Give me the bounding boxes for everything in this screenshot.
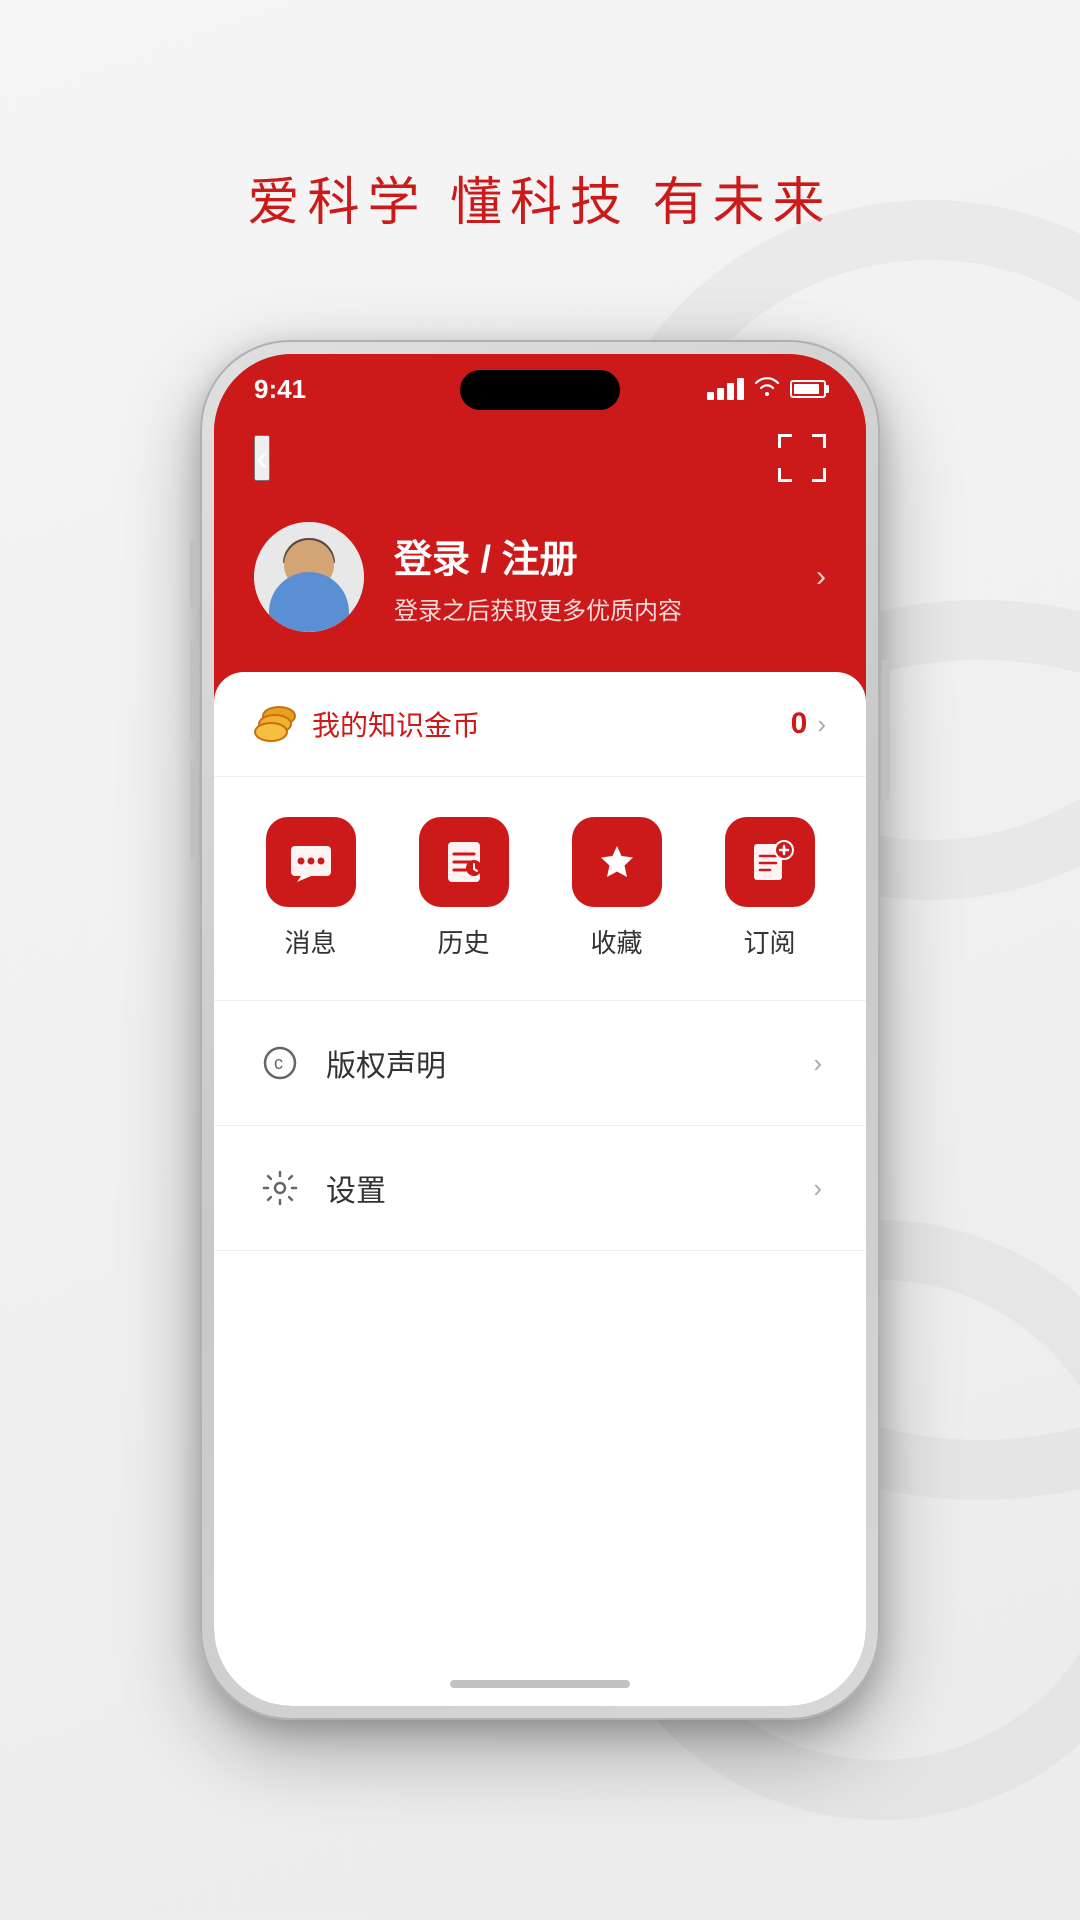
favorites-icon-wrapper [572,817,662,907]
battery-fill [794,384,819,394]
home-indicator [450,1680,630,1688]
wifi-icon [754,375,780,403]
dynamic-island [460,370,620,410]
avatar [254,522,364,632]
copyright-icon: c [258,1041,302,1085]
scan-corner-br [812,468,826,482]
menu-section: c 版权声明 › [214,1001,866,1251]
tagline: 爱科学 懂科技 有未来 [0,0,1080,235]
history-label: 历史 [437,923,489,960]
top-nav: ‹ [214,414,866,502]
history-icon-wrapper [419,817,509,907]
signal-bar-1 [707,392,714,400]
profile-arrow-icon: › [816,560,826,594]
coins-arrow-icon: › [817,709,826,740]
volume-up-button [190,540,198,610]
quick-actions: 消息 [214,777,866,1001]
white-card: 我的知识金币 0 › [214,672,866,1706]
profile-section[interactable]: 登录 / 注册 登录之后获取更多优质内容 › [214,502,866,672]
settings-arrow-icon: › [813,1173,822,1204]
app-content: 9:41 [214,354,866,1706]
signal-bar-3 [727,383,734,400]
subscribe-icon [746,838,794,886]
coins-value: 0 [791,707,808,741]
history-icon [440,838,488,886]
settings-label: 设置 [326,1166,813,1210]
subscribe-label: 订阅 [743,923,795,960]
scan-corner-tr [812,434,826,448]
avatar-person [254,522,364,632]
menu-copyright[interactable]: c 版权声明 › [214,1001,866,1126]
subscribe-icon-wrapper [725,817,815,907]
messages-label: 消息 [284,923,336,960]
copyright-label: 版权声明 [326,1041,813,1085]
messages-icon [287,838,335,886]
action-messages[interactable]: 消息 [251,817,371,960]
coin-3 [254,722,288,742]
messages-icon-wrapper [266,817,356,907]
scan-button[interactable] [778,434,826,482]
settings-icon [258,1166,302,1210]
profile-title: 登录 / 注册 [394,528,786,583]
phone-screen: 9:41 [214,354,866,1706]
menu-settings[interactable]: 设置 › [214,1126,866,1251]
coins-icon [254,706,298,742]
status-icons [707,375,826,403]
action-subscribe[interactable]: 订阅 [710,817,830,960]
profile-subtitle: 登录之后获取更多优质内容 [394,591,786,626]
scan-corner-bl [778,468,792,482]
back-button[interactable]: ‹ [254,435,270,481]
coins-row[interactable]: 我的知识金币 0 › [214,672,866,777]
action-favorites[interactable]: 收藏 [557,817,677,960]
scan-corner-tl [778,434,792,448]
power-button [882,660,890,800]
copyright-arrow-icon: › [813,1048,822,1079]
action-history[interactable]: 历史 [404,817,524,960]
status-time: 9:41 [254,374,306,405]
signal-bar-2 [717,388,724,400]
signal-bar-4 [737,378,744,400]
favorites-label: 收藏 [590,923,642,960]
profile-info: 登录 / 注册 登录之后获取更多优质内容 [394,528,786,626]
svg-text:c: c [274,1053,283,1073]
phone-frame: 9:41 [200,340,880,1720]
silent-switch [190,760,198,860]
coins-label: 我的知识金币 [312,704,791,744]
phone-mockup: 9:41 [200,340,880,1720]
signal-icon [707,378,744,400]
battery-icon [790,380,826,398]
volume-down-button [190,640,198,740]
avatar-body [269,572,349,632]
favorites-icon [593,838,641,886]
